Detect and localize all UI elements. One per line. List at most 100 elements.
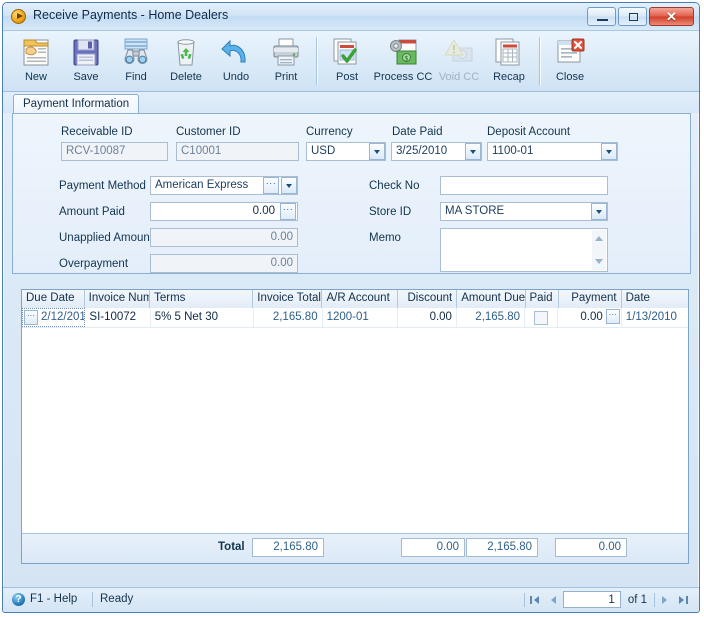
payment-method-ellipsis-button[interactable]: ··· xyxy=(263,177,279,194)
column-header-payment[interactable]: Payment xyxy=(559,290,622,308)
paid-checkbox[interactable] xyxy=(534,311,549,325)
deposit-account-combo[interactable]: 1100-01 xyxy=(487,142,618,161)
receivable-id-field[interactable]: RCV-10087 xyxy=(61,142,168,161)
tab-payment-information[interactable]: Payment Information xyxy=(13,94,140,114)
store-id-combo[interactable]: MA STORE xyxy=(440,202,608,221)
first-record-icon[interactable] xyxy=(527,591,543,608)
toolbar-save-label: Save xyxy=(73,71,99,83)
toolbar-new-button[interactable]: New xyxy=(11,35,61,83)
deposit-account-chevron-down-icon[interactable] xyxy=(601,143,617,160)
cell-invoice-num[interactable]: SI-10072 xyxy=(85,308,151,327)
toolbar-void-cc-button: Void CC xyxy=(434,35,484,83)
payment-method-combo[interactable]: American Express ··· xyxy=(150,176,298,195)
help-icon[interactable]: ? xyxy=(12,593,25,606)
toolbar-separator-1 xyxy=(316,37,317,85)
toolbar-close-button[interactable]: Close xyxy=(545,35,595,83)
nav-divider-left xyxy=(523,592,525,607)
help-label[interactable]: F1 - Help xyxy=(30,593,77,605)
toolbar-post-label: Post xyxy=(335,71,358,83)
payment-information-panel: Receivable ID Customer ID Currency Date … xyxy=(12,113,691,274)
cell-payment[interactable]: 0.00 ··· xyxy=(558,308,622,327)
cell-payment-text: 0.00 xyxy=(580,311,603,323)
gear-money-icon: $ xyxy=(386,37,420,69)
minimize-icon xyxy=(597,19,608,21)
currency-combo[interactable]: USD xyxy=(306,142,386,161)
check-no-field[interactable] xyxy=(440,176,608,195)
toolbar-find-label: Find xyxy=(125,71,147,83)
amount-paid-field[interactable]: 0.00 xyxy=(150,202,298,221)
toolbar-find-button[interactable]: Find xyxy=(111,35,161,83)
maximize-icon xyxy=(629,13,638,21)
cell-discount[interactable]: 0.00 xyxy=(398,308,457,327)
amount-paid-ellipsis-button[interactable]: ··· xyxy=(280,203,296,220)
table-row[interactable]: ··· 2/12/2010 SI-10072 5% 5 Net 30 2,165… xyxy=(22,308,688,328)
current-record-input[interactable] xyxy=(562,591,621,608)
customer-id-field[interactable]: C10001 xyxy=(176,142,299,161)
cell-date[interactable]: 1/13/2010 xyxy=(622,308,688,327)
maximize-button[interactable] xyxy=(618,7,647,26)
binoculars-icon xyxy=(119,37,153,69)
toolbar-delete-button[interactable]: Delete xyxy=(161,35,211,83)
title-bar[interactable]: Receive Payments - Home Dealers ✕ xyxy=(3,3,699,31)
undo-arrow-icon xyxy=(219,37,253,69)
toolbar-post-button[interactable]: Post xyxy=(322,35,372,83)
memo-scroll-up-icon[interactable] xyxy=(595,236,603,241)
cell-terms[interactable]: 5% 5 Net 30 xyxy=(151,308,254,327)
memo-field[interactable] xyxy=(440,228,608,272)
next-record-icon[interactable] xyxy=(657,591,673,608)
cell-ar-account[interactable]: 1200-01 xyxy=(323,308,399,327)
toolbar-undo-button[interactable]: Undo xyxy=(211,35,261,83)
date-paid-combo[interactable]: 3/25/2010 xyxy=(391,142,482,161)
overpayment-label: Overpayment xyxy=(59,258,129,270)
status-divider xyxy=(92,592,93,607)
cell-invoice-total[interactable]: 2,165.80 xyxy=(254,308,323,327)
store-id-label: Store ID xyxy=(369,206,412,218)
previous-record-icon[interactable] xyxy=(545,591,561,608)
column-header-terms[interactable]: Terms xyxy=(150,290,254,308)
currency-label: Currency xyxy=(306,126,353,138)
column-header-due-date[interactable]: Due Date xyxy=(22,290,85,308)
memo-scroll-down-icon[interactable] xyxy=(595,259,603,264)
column-header-paid[interactable]: Paid xyxy=(526,290,559,308)
status-bar: ? F1 - Help Ready of 1 xyxy=(3,587,699,612)
close-window-button[interactable]: ✕ xyxy=(649,7,694,26)
toolbar-new-label: New xyxy=(24,71,47,83)
cell-paid[interactable] xyxy=(525,308,559,327)
deposit-account-value: 1100-01 xyxy=(487,142,618,161)
toolbar-process-cc-button[interactable]: $ Process CC xyxy=(372,35,434,83)
grid-totals-row: Total 2,165.80 0.00 2,165.80 0.00 xyxy=(22,533,688,563)
minimize-button[interactable] xyxy=(587,7,616,26)
column-header-amount-due[interactable]: Amount Due xyxy=(457,290,526,308)
cell-amount-due[interactable]: 2,165.80 xyxy=(457,308,526,327)
application-window: Receive Payments - Home Dealers ✕ New Sa… xyxy=(2,2,700,613)
payment-method-chevron-down-icon[interactable] xyxy=(281,177,297,194)
toolbar-save-button[interactable]: Save xyxy=(61,35,111,83)
column-header-discount[interactable]: Discount xyxy=(398,290,458,308)
totals-amount-due: 2,165.80 xyxy=(466,538,538,557)
store-id-chevron-down-icon[interactable] xyxy=(591,203,607,220)
last-record-icon[interactable] xyxy=(675,591,691,608)
currency-chevron-down-icon[interactable] xyxy=(369,143,385,160)
payment-ellipsis-button[interactable]: ··· xyxy=(605,309,620,324)
due-date-ellipsis-button[interactable]: ··· xyxy=(24,310,38,325)
svg-text:$: $ xyxy=(404,55,408,63)
totals-discount: 0.00 xyxy=(401,538,465,557)
column-header-ar-account[interactable]: A/R Account xyxy=(322,290,399,308)
grid-header-row: Due Date Invoice Numb Terms Invoice Tota… xyxy=(22,290,688,309)
memo-scrollbar[interactable] xyxy=(592,230,606,270)
cell-due-date[interactable]: ··· 2/12/2010 xyxy=(22,308,86,327)
memo-label: Memo xyxy=(369,232,401,244)
toolbar-print-button[interactable]: Print xyxy=(261,35,311,83)
column-header-date[interactable]: Date xyxy=(622,290,688,308)
record-navigator: of 1 xyxy=(523,591,691,608)
unapplied-amount-label: Unapplied Amount xyxy=(59,232,153,244)
close-icon: ✕ xyxy=(666,9,677,24)
toolbar-recap-label: Recap xyxy=(493,71,525,83)
toolbar-recap-button[interactable]: Recap xyxy=(484,35,534,83)
date-paid-chevron-down-icon[interactable] xyxy=(465,143,481,160)
overpayment-field: 0.00 xyxy=(150,254,298,273)
column-header-invoice-total[interactable]: Invoice Total xyxy=(253,290,323,308)
toolbar-close-label: Close xyxy=(555,71,585,83)
column-header-invoice-num[interactable]: Invoice Numb xyxy=(85,290,151,308)
toolbar-print-label: Print xyxy=(274,71,298,83)
